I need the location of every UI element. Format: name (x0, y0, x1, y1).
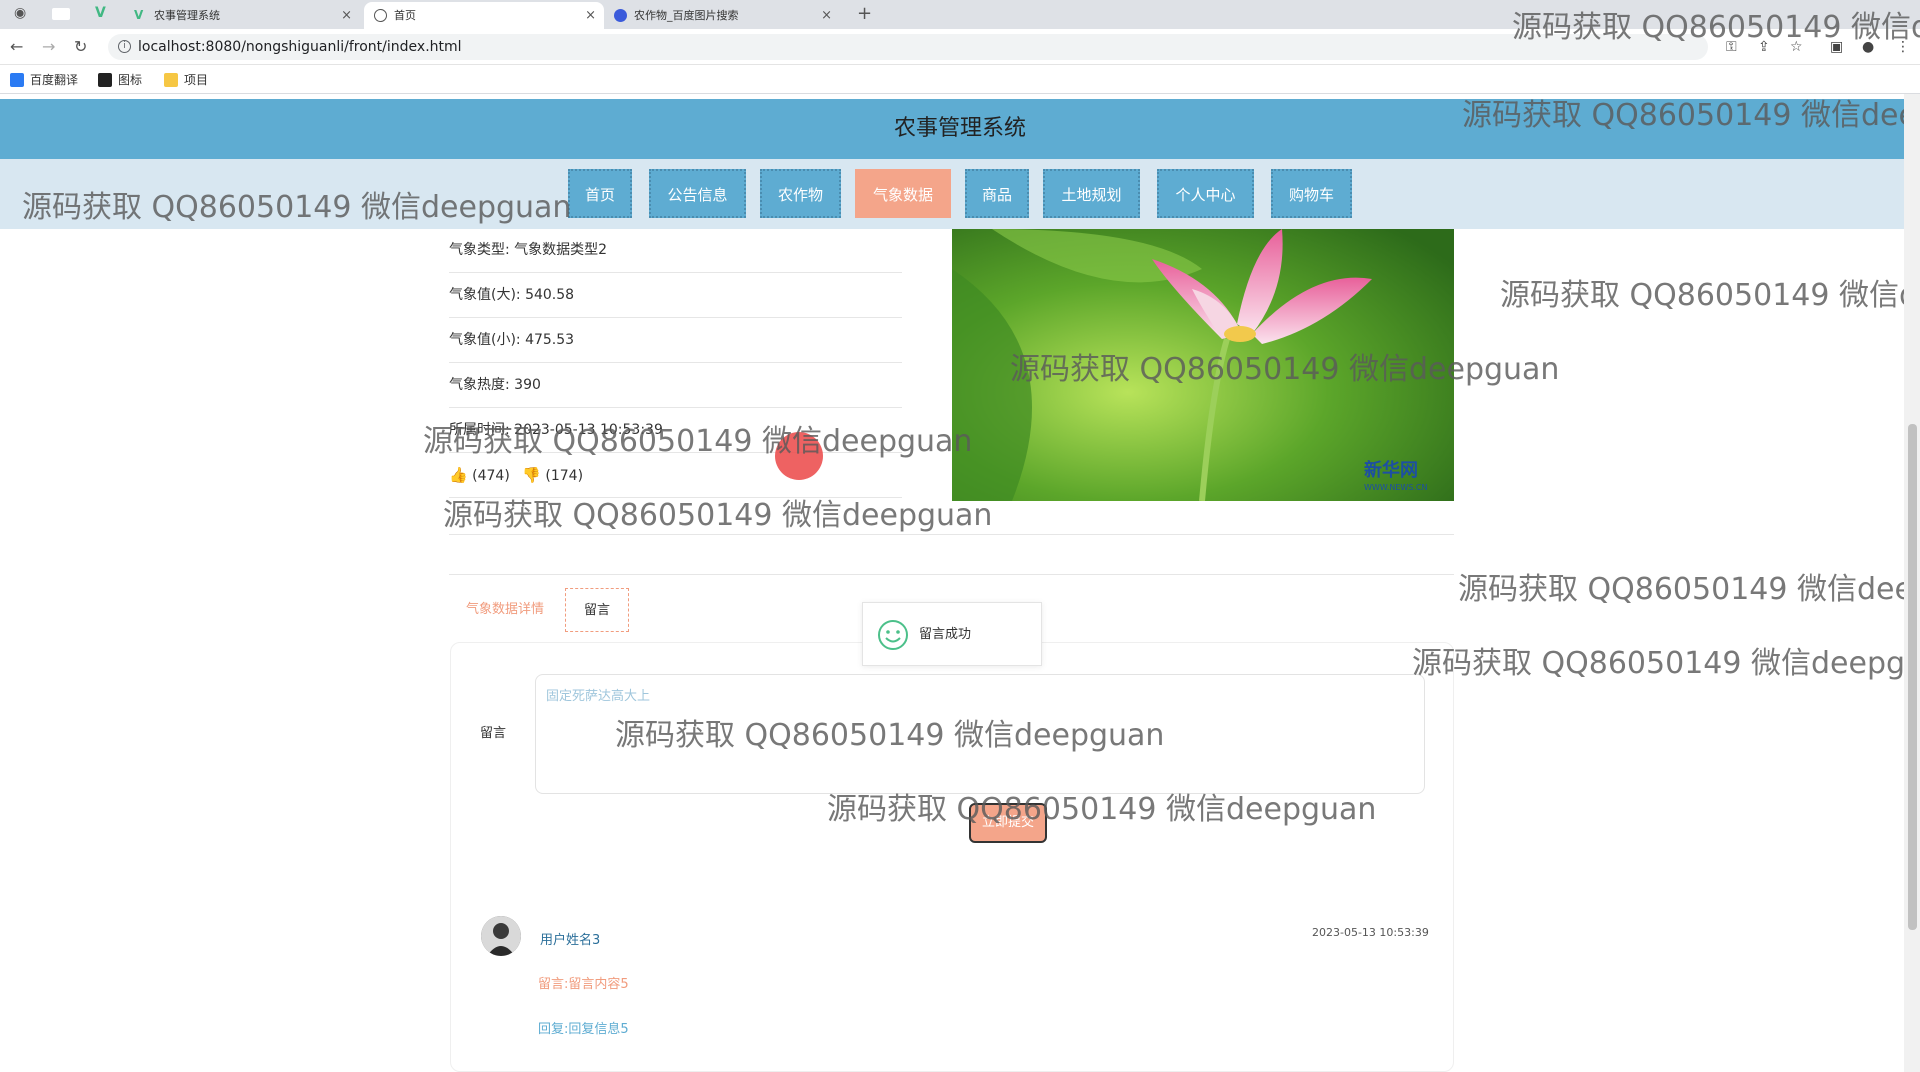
url-text: localhost:8080/nongshiguanli/front/index… (138, 39, 462, 55)
vue-icon[interactable]: V (95, 5, 106, 21)
comment-label: 留言 (480, 726, 507, 741)
blank-tab-icon[interactable] (52, 8, 70, 20)
globe-icon[interactable]: ◉ (14, 5, 26, 21)
detail-value-max: 气象值(大): 540.58 (449, 273, 902, 318)
xinhua-logo-text: 新华网 (1364, 459, 1418, 481)
comment-username: 用户姓名3 (540, 933, 601, 948)
thumbs-up-count: (474) (472, 468, 510, 484)
user-avatar-icon (481, 916, 521, 956)
detail-weather-type: 气象类型: 气象数据类型2 (449, 228, 902, 273)
bookmark-baidu-translate[interactable]: 百度翻译 (10, 72, 78, 88)
key-icon[interactable]: ⚿ (1726, 39, 1737, 55)
thumbs-down-count: (174) (545, 468, 584, 484)
new-tab-button[interactable]: + (857, 3, 872, 24)
close-icon[interactable]: × (341, 2, 352, 29)
info-icon[interactable]: i (118, 40, 131, 53)
close-icon[interactable]: × (821, 2, 832, 29)
watermark: 源码获取 QQ86050149 微信deepguan (1412, 646, 1920, 681)
bookmarks-bar: 百度翻译 图标 项目 (0, 66, 1920, 94)
translate-icon (10, 73, 24, 87)
site-title: 农事管理系统 (893, 116, 1026, 141)
comment-reply: 回复:回复信息5 (538, 1022, 629, 1037)
bookmark-project[interactable]: 项目 (164, 72, 208, 88)
share-icon[interactable]: ⇪ (1758, 39, 1770, 55)
watermark: 源码获取 QQ86050149 微信deepguan (1458, 572, 1920, 607)
tab-home[interactable]: 首页 × (364, 2, 604, 29)
site-header: 农事管理系统 (0, 99, 1920, 159)
profile-icon[interactable]: ● (1862, 39, 1874, 55)
forward-icon[interactable]: → (42, 37, 55, 56)
success-smile-icon (878, 620, 908, 650)
bookmark-icons[interactable]: 图标 (98, 72, 142, 88)
url-field[interactable]: i localhost:8080/nongshiguanli/front/ind… (108, 34, 1708, 60)
tab-nongshi[interactable]: V 农事管理系统 × (124, 2, 360, 29)
page: 农事管理系统 首页 公告信息 农作物 气象数据 商品 土地规划 个人中心 购物车… (0, 94, 1920, 1072)
sidepanel-icon[interactable]: ▣ (1830, 39, 1843, 55)
detail-value-min: 气象值(小): 475.53 (449, 318, 902, 363)
nav-land-plan[interactable]: 土地规划 (1043, 169, 1140, 218)
nav-cart[interactable]: 购物车 (1271, 169, 1352, 218)
folder-icon (164, 73, 178, 87)
image-icon (98, 73, 112, 87)
watermark: 源码获取 QQ86050149 微信deepguan (1500, 278, 1920, 313)
nav-crops[interactable]: 农作物 (760, 169, 841, 218)
nav-notices[interactable]: 公告信息 (649, 169, 746, 218)
nav-profile[interactable]: 个人中心 (1157, 169, 1254, 218)
tab-title: 首页 (394, 9, 416, 22)
main-nav: 首页 公告信息 农作物 气象数据 商品 土地规划 个人中心 购物车 (0, 159, 1920, 229)
browser-tab-bar: ◉ V V 农事管理系统 × 首页 × 农作物_百度图片搜索 × + (0, 0, 1920, 29)
nav-weather[interactable]: 气象数据 (855, 169, 951, 218)
vote-row: 👍 (474) 👎 (174) (449, 453, 902, 498)
globe-icon (374, 9, 387, 22)
success-toast: 留言成功 (862, 602, 1042, 666)
thumbs-down-icon[interactable]: 👎 (522, 466, 541, 484)
tab-weather-detail[interactable]: 气象数据详情 (455, 588, 555, 632)
tab-title: 农作物_百度图片搜索 (634, 9, 739, 22)
baidu-paw-icon (614, 9, 627, 22)
detail-time: 所属时间: 2023-05-13 10:53:39 (449, 408, 902, 453)
tab-title: 农事管理系统 (154, 9, 220, 22)
nav-goods[interactable]: 商品 (965, 169, 1029, 218)
back-icon[interactable]: ← (10, 37, 23, 56)
comment-textarea[interactable]: 固定死萨达高大上 (535, 674, 1425, 794)
divider (449, 574, 1454, 575)
click-indicator (775, 432, 823, 480)
tab-baidu-images[interactable]: 农作物_百度图片搜索 × (604, 2, 840, 29)
lotus-picture: 新华网 WWW.NEWS.CN (952, 229, 1454, 501)
star-icon[interactable]: ☆ (1790, 39, 1803, 55)
thumbs-up-icon[interactable]: 👍 (449, 466, 468, 484)
divider (449, 534, 1454, 535)
toast-text: 留言成功 (919, 627, 972, 642)
detail-heat: 气象热度: 390 (449, 363, 902, 408)
address-bar: ← → ↻ i localhost:8080/nongshiguanli/fro… (0, 29, 1920, 65)
reload-icon[interactable]: ↻ (74, 37, 87, 56)
avatar (481, 916, 521, 956)
weather-image: 新华网 WWW.NEWS.CN (952, 229, 1454, 501)
comment-content: 留言:留言内容5 (538, 977, 629, 992)
nav-home[interactable]: 首页 (568, 169, 632, 218)
submit-button[interactable]: 立即提交 (969, 803, 1047, 843)
tab-comment[interactable]: 留言 (565, 588, 629, 632)
scrollbar-thumb[interactable] (1908, 424, 1917, 930)
close-icon[interactable]: × (585, 2, 596, 29)
xinhua-logo-sub: WWW.NEWS.CN (1364, 483, 1428, 492)
menu-icon[interactable]: ⋮ (1896, 39, 1910, 55)
comment-time: 2023-05-13 10:53:39 (1312, 926, 1429, 939)
vue-favicon-icon: V (134, 8, 144, 22)
